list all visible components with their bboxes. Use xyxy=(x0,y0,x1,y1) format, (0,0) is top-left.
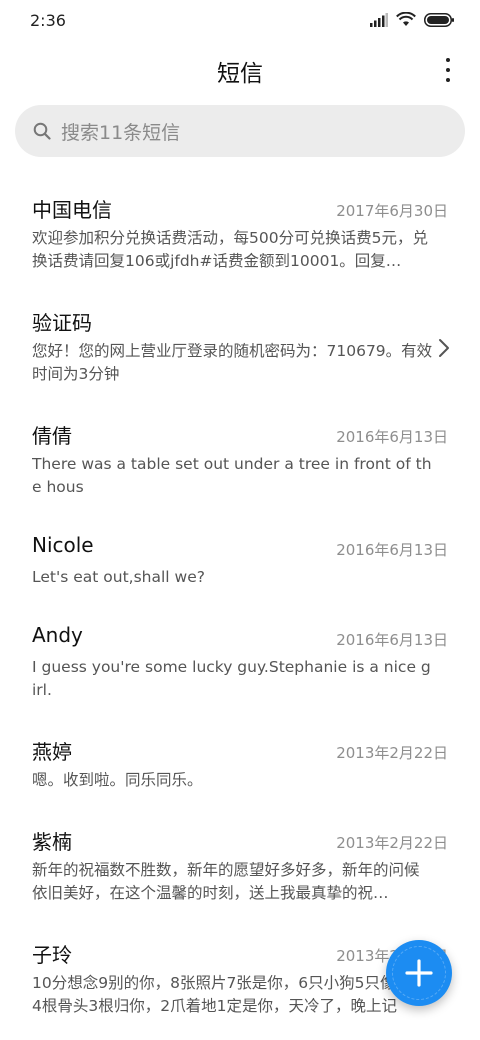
sender-name: 中国电信 xyxy=(32,198,112,222)
list-item[interactable]: 燕婷 2013年2月22日 嗯。收到啦。同乐同乐。 xyxy=(0,720,480,810)
search-input[interactable]: 搜索11条短信 xyxy=(15,105,465,157)
more-options-button[interactable] xyxy=(440,58,456,82)
message-preview: 嗯。收到啦。同乐同乐。 xyxy=(32,771,203,789)
list-item[interactable]: Andy 2016年6月13日 I guess you're some luck… xyxy=(0,607,480,720)
page-title: 短信 xyxy=(217,61,263,87)
message-preview: 您好！您的网上营业厅登录的随机密码为：710679。有效时间为3分钟 xyxy=(32,342,433,383)
more-vertical-icon xyxy=(446,58,450,62)
message-date: 2017年6月30日 xyxy=(336,202,448,220)
list-item[interactable]: 验证码 您好！您的网上营业厅登录的随机密码为：710679。有效时间为3分钟 xyxy=(0,291,480,404)
battery-icon xyxy=(424,12,454,27)
message-date: 2016年6月13日 xyxy=(336,428,448,446)
list-item[interactable]: 紫楠 2013年2月22日 新年的祝福数不胜数，新年的愿望好多好多，新年的问候依… xyxy=(0,810,480,923)
list-item[interactable]: 倩倩 2016年6月13日 There was a table set out … xyxy=(0,404,480,517)
message-preview: I guess you're some lucky guy.Stephanie … xyxy=(32,658,431,699)
message-date: 2016年6月13日 xyxy=(336,631,448,649)
sender-name: 子玲 xyxy=(32,943,72,967)
search-icon xyxy=(33,122,51,140)
message-preview: 欢迎参加积分兑换话费活动，每500分可兑换话费5元，兑换话费请回复106或jfd… xyxy=(32,229,428,270)
message-date: 2016年6月13日 xyxy=(336,541,448,559)
sender-name: 燕婷 xyxy=(32,740,72,764)
status-bar: 2:36 xyxy=(0,0,480,42)
message-date: 2013年2月22日 xyxy=(336,744,448,762)
wifi-icon xyxy=(396,12,416,26)
signal-icon xyxy=(370,12,388,27)
list-item[interactable]: 中国电信 2017年6月30日 欢迎参加积分兑换话费活动，每500分可兑换话费5… xyxy=(0,178,480,291)
list-item[interactable]: Nicole 2016年6月13日 Let's eat out,shall we… xyxy=(0,517,480,607)
sender-name: 倩倩 xyxy=(32,424,72,448)
message-preview: There was a table set out under a tree i… xyxy=(32,455,432,496)
sender-name: 紫楠 xyxy=(32,830,72,854)
message-preview: 10分想念9别的你，8张照片7张是你，6只小狗5只像你，4根骨头3根归你，2爪着… xyxy=(32,974,427,1015)
sender-name: Nicole xyxy=(32,533,94,557)
message-date: 2013年2月22日 xyxy=(336,834,448,852)
chevron-right-icon[interactable] xyxy=(438,338,450,358)
message-preview: Let's eat out,shall we? xyxy=(32,568,205,586)
status-icons xyxy=(370,12,454,27)
app-header: 短信 xyxy=(0,42,480,98)
new-message-button[interactable] xyxy=(386,940,452,1006)
sender-name: 验证码 xyxy=(32,311,92,335)
status-time: 2:36 xyxy=(30,11,66,30)
message-preview: 新年的祝福数不胜数，新年的愿望好多好多，新年的问候依旧美好，在这个温馨的时刻，送… xyxy=(32,861,420,902)
sender-name: Andy xyxy=(32,623,83,647)
search-placeholder: 搜索11条短信 xyxy=(61,121,181,144)
